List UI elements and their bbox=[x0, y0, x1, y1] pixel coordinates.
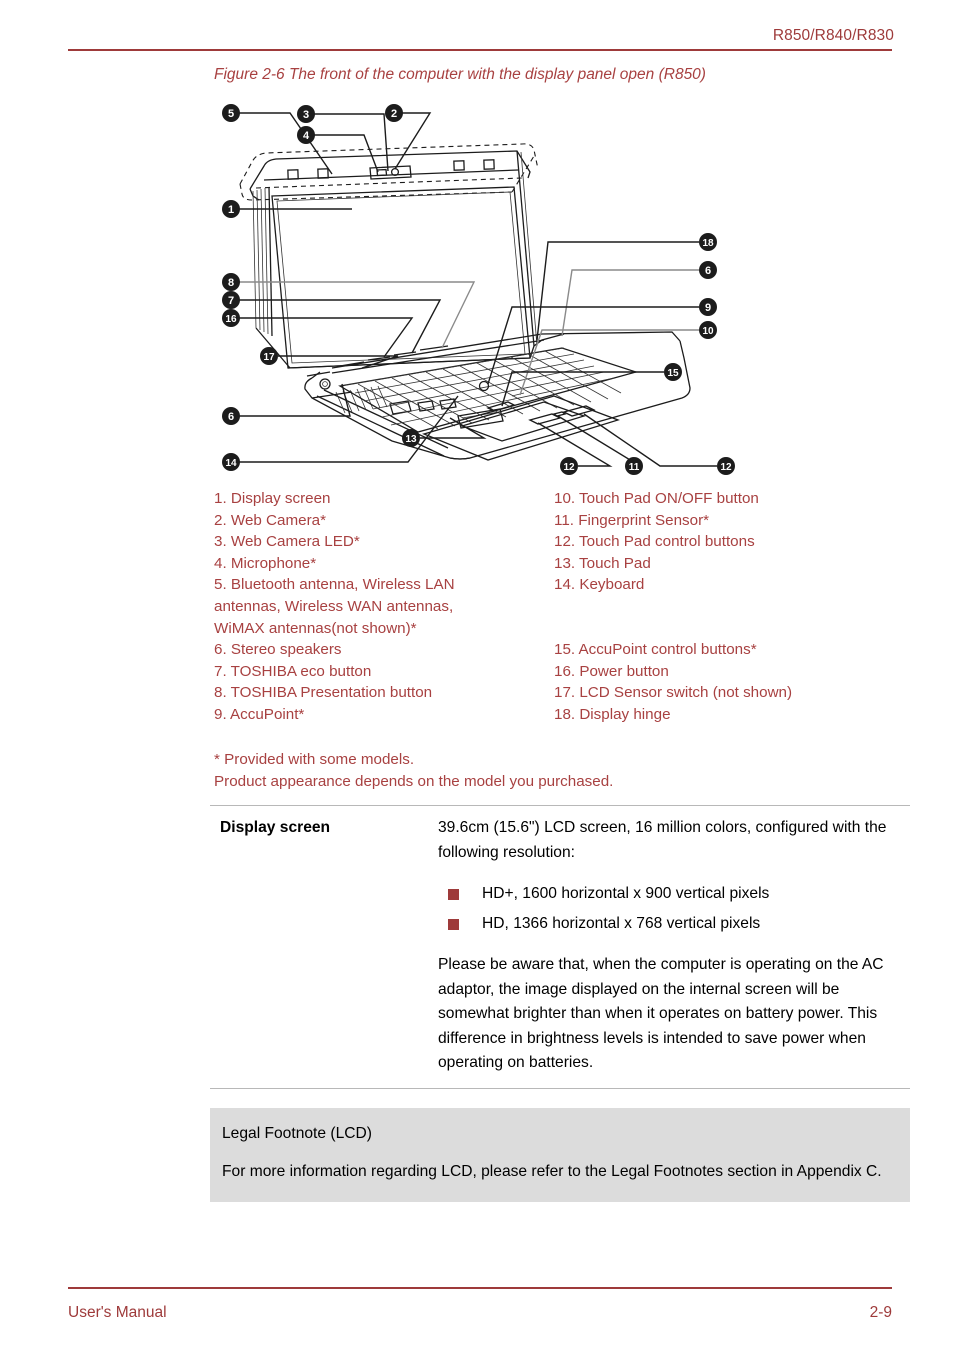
legend-item-6: 6. Stereo speakers bbox=[214, 641, 342, 659]
figure-callout-2: 2 bbox=[385, 104, 403, 122]
figure-callout-10: 10 bbox=[699, 321, 717, 339]
spec-resolution-list: HD+, 1600 horizontal x 900 vertical pixe… bbox=[438, 879, 910, 939]
figure-laptop-front-open: 5 3 2 4 1 18 6 9 10 15 8 7 16 17 6 14 13… bbox=[212, 96, 742, 481]
svg-text:8: 8 bbox=[228, 277, 234, 289]
legend-item-14: 14. Keyboard bbox=[554, 576, 645, 594]
square-bullet-icon bbox=[448, 889, 459, 900]
svg-text:18: 18 bbox=[702, 238, 714, 249]
svg-text:17: 17 bbox=[263, 352, 275, 363]
svg-text:7: 7 bbox=[228, 295, 234, 307]
figure-callout-13: 13 bbox=[402, 429, 420, 447]
svg-text:12: 12 bbox=[563, 462, 575, 473]
legend-spacer bbox=[554, 596, 914, 639]
spec-label: Display screen bbox=[220, 819, 331, 836]
svg-text:6: 6 bbox=[705, 265, 711, 277]
svg-text:9: 9 bbox=[705, 302, 711, 314]
footer-divider bbox=[68, 1287, 892, 1289]
svg-text:2: 2 bbox=[391, 108, 397, 120]
figure-legend: 1. Display screen 2. Web Camera* 3. Web … bbox=[214, 488, 914, 726]
figure-callout-11: 11 bbox=[625, 457, 643, 475]
footer-manual-label: User's Manual bbox=[68, 1304, 167, 1321]
figure-callout-17: 17 bbox=[260, 347, 278, 365]
spec-resolution-text: HD, 1366 horizontal x 768 vertical pixel… bbox=[482, 915, 761, 932]
legend-item-1: 1. Display screen bbox=[214, 490, 331, 507]
figure-callout-14: 14 bbox=[222, 453, 240, 471]
figure-callout-7: 7 bbox=[222, 291, 240, 309]
square-bullet-icon bbox=[448, 919, 459, 930]
spec-table: Display screen 39.6cm (15.6") LCD screen… bbox=[210, 805, 910, 1089]
spec-intro-text: 39.6cm (15.6") LCD screen, 16 million co… bbox=[438, 819, 887, 861]
legend-item-9: 9. AccuPoint* bbox=[214, 705, 305, 723]
figure-callout-8: 8 bbox=[222, 273, 240, 291]
page-footer: User's Manual 2-9 bbox=[68, 1303, 892, 1323]
figure-callout-12-right: 12 bbox=[717, 457, 735, 475]
spec-brightness-note: Please be aware that, when the computer … bbox=[438, 956, 884, 1071]
figure-callout-3: 3 bbox=[297, 105, 315, 123]
legend-item-11: 11. Fingerprint Sensor* bbox=[554, 511, 710, 529]
spec-table-bottom-rule bbox=[210, 1087, 910, 1089]
figure-footnotes: * Provided with some models. Product app… bbox=[214, 749, 874, 793]
svg-text:12: 12 bbox=[720, 462, 732, 473]
legal-footnote-body: For more information regarding LCD, plea… bbox=[222, 1163, 882, 1180]
figure-callout-16: 16 bbox=[222, 309, 240, 327]
legend-item-2: 2. Web Camera* bbox=[214, 511, 326, 529]
header-model-line: R850/R840/R830 bbox=[772, 27, 894, 44]
figure-callout-4: 4 bbox=[297, 126, 315, 144]
figure-callout-6-right: 6 bbox=[699, 261, 717, 279]
spec-resolution-item-hd: HD, 1366 horizontal x 768 vertical pixel… bbox=[438, 909, 910, 939]
legend-item-13: 13. Touch Pad bbox=[554, 554, 651, 572]
svg-text:4: 4 bbox=[303, 130, 310, 142]
figure-callout-1: 1 bbox=[222, 200, 240, 218]
legend-item-10: 10. Touch Pad ON/OFF button bbox=[554, 490, 759, 507]
legend-item-17: 17. LCD Sensor switch (not shown) bbox=[554, 684, 793, 702]
figure-callout-12-left: 12 bbox=[560, 457, 578, 475]
svg-text:1: 1 bbox=[228, 204, 234, 216]
legend-item-7: 7. TOSHIBA eco button bbox=[214, 662, 372, 680]
spec-value: 39.6cm (15.6") LCD screen, 16 million co… bbox=[438, 816, 910, 1076]
legal-footnote-box: Legal Footnote (LCD) For more informatio… bbox=[210, 1108, 910, 1202]
legend-item-15: 15. AccuPoint control buttons* bbox=[554, 640, 757, 658]
legend-item-3: 3. Web Camera LED* bbox=[214, 533, 360, 551]
legal-footnote-title: Legal Footnote (LCD) bbox=[222, 1125, 372, 1142]
figure-callout-9: 9 bbox=[699, 298, 717, 316]
footer-page-number: 2-9 bbox=[869, 1304, 892, 1321]
svg-text:6: 6 bbox=[228, 411, 234, 423]
legend-item-16: 16. Power button bbox=[554, 662, 669, 680]
legend-column-left: 1. Display screen 2. Web Camera* 3. Web … bbox=[214, 488, 554, 726]
figure-footnote-asterisk: * Provided with some models. bbox=[214, 751, 415, 768]
svg-text:10: 10 bbox=[702, 326, 714, 337]
svg-text:5: 5 bbox=[228, 108, 234, 120]
legend-item-8: 8. TOSHIBA Presentation button bbox=[214, 684, 433, 702]
figure-callout-18: 18 bbox=[699, 233, 717, 251]
spec-row-display-screen: Display screen 39.6cm (15.6") LCD screen… bbox=[210, 806, 910, 1088]
spec-resolution-text: HD+, 1600 horizontal x 900 vertical pixe… bbox=[482, 885, 770, 902]
figure-callout-15: 15 bbox=[664, 363, 682, 381]
legend-item-18: 18. Display hinge bbox=[554, 705, 671, 723]
svg-text:14: 14 bbox=[225, 458, 237, 469]
legend-item-5: 5. Bluetooth antenna, Wireless LAN anten… bbox=[214, 576, 455, 637]
header-divider bbox=[68, 49, 892, 51]
svg-text:15: 15 bbox=[667, 368, 679, 379]
legend-item-4: 4. Microphone* bbox=[214, 554, 317, 572]
figure-caption: Figure 2-6 The front of the computer wit… bbox=[214, 66, 706, 83]
svg-text:13: 13 bbox=[405, 434, 417, 445]
legend-column-right: 10. Touch Pad ON/OFF button 11. Fingerpr… bbox=[554, 488, 914, 726]
figure-callout-6-left: 6 bbox=[222, 407, 240, 425]
svg-text:16: 16 bbox=[225, 314, 237, 325]
svg-text:3: 3 bbox=[303, 109, 309, 121]
figure-footnote-appearance: Product appearance depends on the model … bbox=[214, 773, 614, 790]
legend-item-12: 12. Touch Pad control buttons bbox=[554, 533, 755, 551]
spec-resolution-item-hdplus: HD+, 1600 horizontal x 900 vertical pixe… bbox=[438, 879, 910, 909]
svg-text:11: 11 bbox=[629, 462, 640, 473]
figure-callout-5: 5 bbox=[222, 104, 240, 122]
